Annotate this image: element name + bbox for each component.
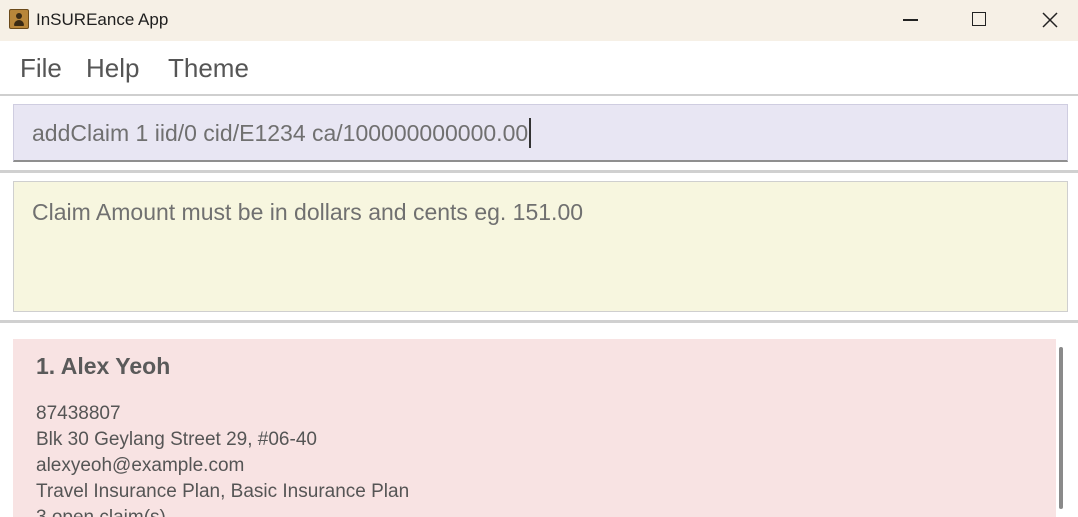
menu-help[interactable]: Help <box>86 53 139 84</box>
person-phone: 87438807 <box>36 403 121 424</box>
person-name: 1. Alex Yeoh <box>36 353 171 379</box>
text-caret <box>529 117 532 148</box>
title-bar: InSUREance App <box>0 0 1078 41</box>
close-icon <box>1042 12 1058 28</box>
divider <box>0 170 1078 173</box>
command-input[interactable]: addClaim 1 iid/0 cid/E1234 ca/1000000000… <box>13 104 1068 162</box>
result-message: Claim Amount must be in dollars and cent… <box>32 199 584 225</box>
person-claims: 3 open claim(s) <box>36 507 166 517</box>
app-person-icon <box>9 9 29 29</box>
menu-theme[interactable]: Theme <box>168 53 249 84</box>
close-button[interactable] <box>1014 0 1078 41</box>
person-address: Blk 30 Geylang Street 29, #06-40 <box>36 429 317 450</box>
person-card[interactable]: 1. Alex Yeoh 87438807 Blk 30 Geylang Str… <box>13 339 1056 517</box>
app-window: InSUREance App File Help Theme addClaim … <box>0 0 1078 517</box>
result-display: Claim Amount must be in dollars and cent… <box>13 181 1068 312</box>
maximize-icon <box>972 12 986 26</box>
command-input-text: addClaim 1 iid/0 cid/E1234 ca/1000000000… <box>32 117 532 148</box>
window-title: InSUREance App <box>36 10 169 29</box>
menu-bar: File Help Theme <box>0 41 1078 96</box>
maximize-button[interactable] <box>944 0 1014 41</box>
minimize-button[interactable] <box>874 0 944 41</box>
person-email: alexyeoh@example.com <box>36 455 245 476</box>
menu-file[interactable]: File <box>20 53 62 84</box>
person-plans: Travel Insurance Plan, Basic Insurance P… <box>36 481 410 502</box>
list-scrollbar[interactable] <box>1059 347 1063 509</box>
person-list: 1. Alex Yeoh 87438807 Blk 30 Geylang Str… <box>0 323 1078 517</box>
minimize-icon <box>903 19 918 21</box>
